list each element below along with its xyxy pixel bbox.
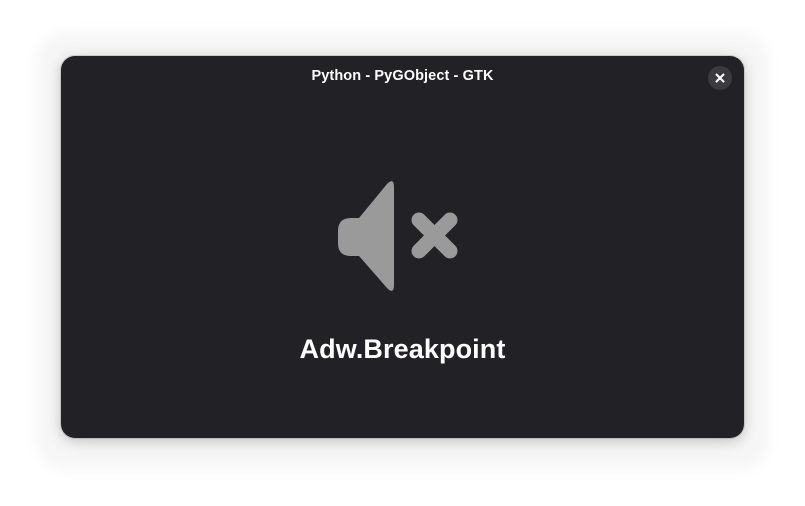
status-page-title: Adw.Breakpoint [299, 334, 506, 364]
window-title: Python - PyGObject - GTK [311, 68, 494, 84]
header-bar[interactable]: Python - PyGObject - GTK [61, 56, 744, 102]
audio-volume-muted-icon [338, 181, 458, 291]
desktop: Python - PyGObject - GTK Adw.Breakpoint [0, 0, 805, 506]
close-button[interactable] [708, 66, 732, 90]
close-icon [715, 73, 725, 83]
app-window: Python - PyGObject - GTK Adw.Breakpoint [61, 56, 744, 438]
